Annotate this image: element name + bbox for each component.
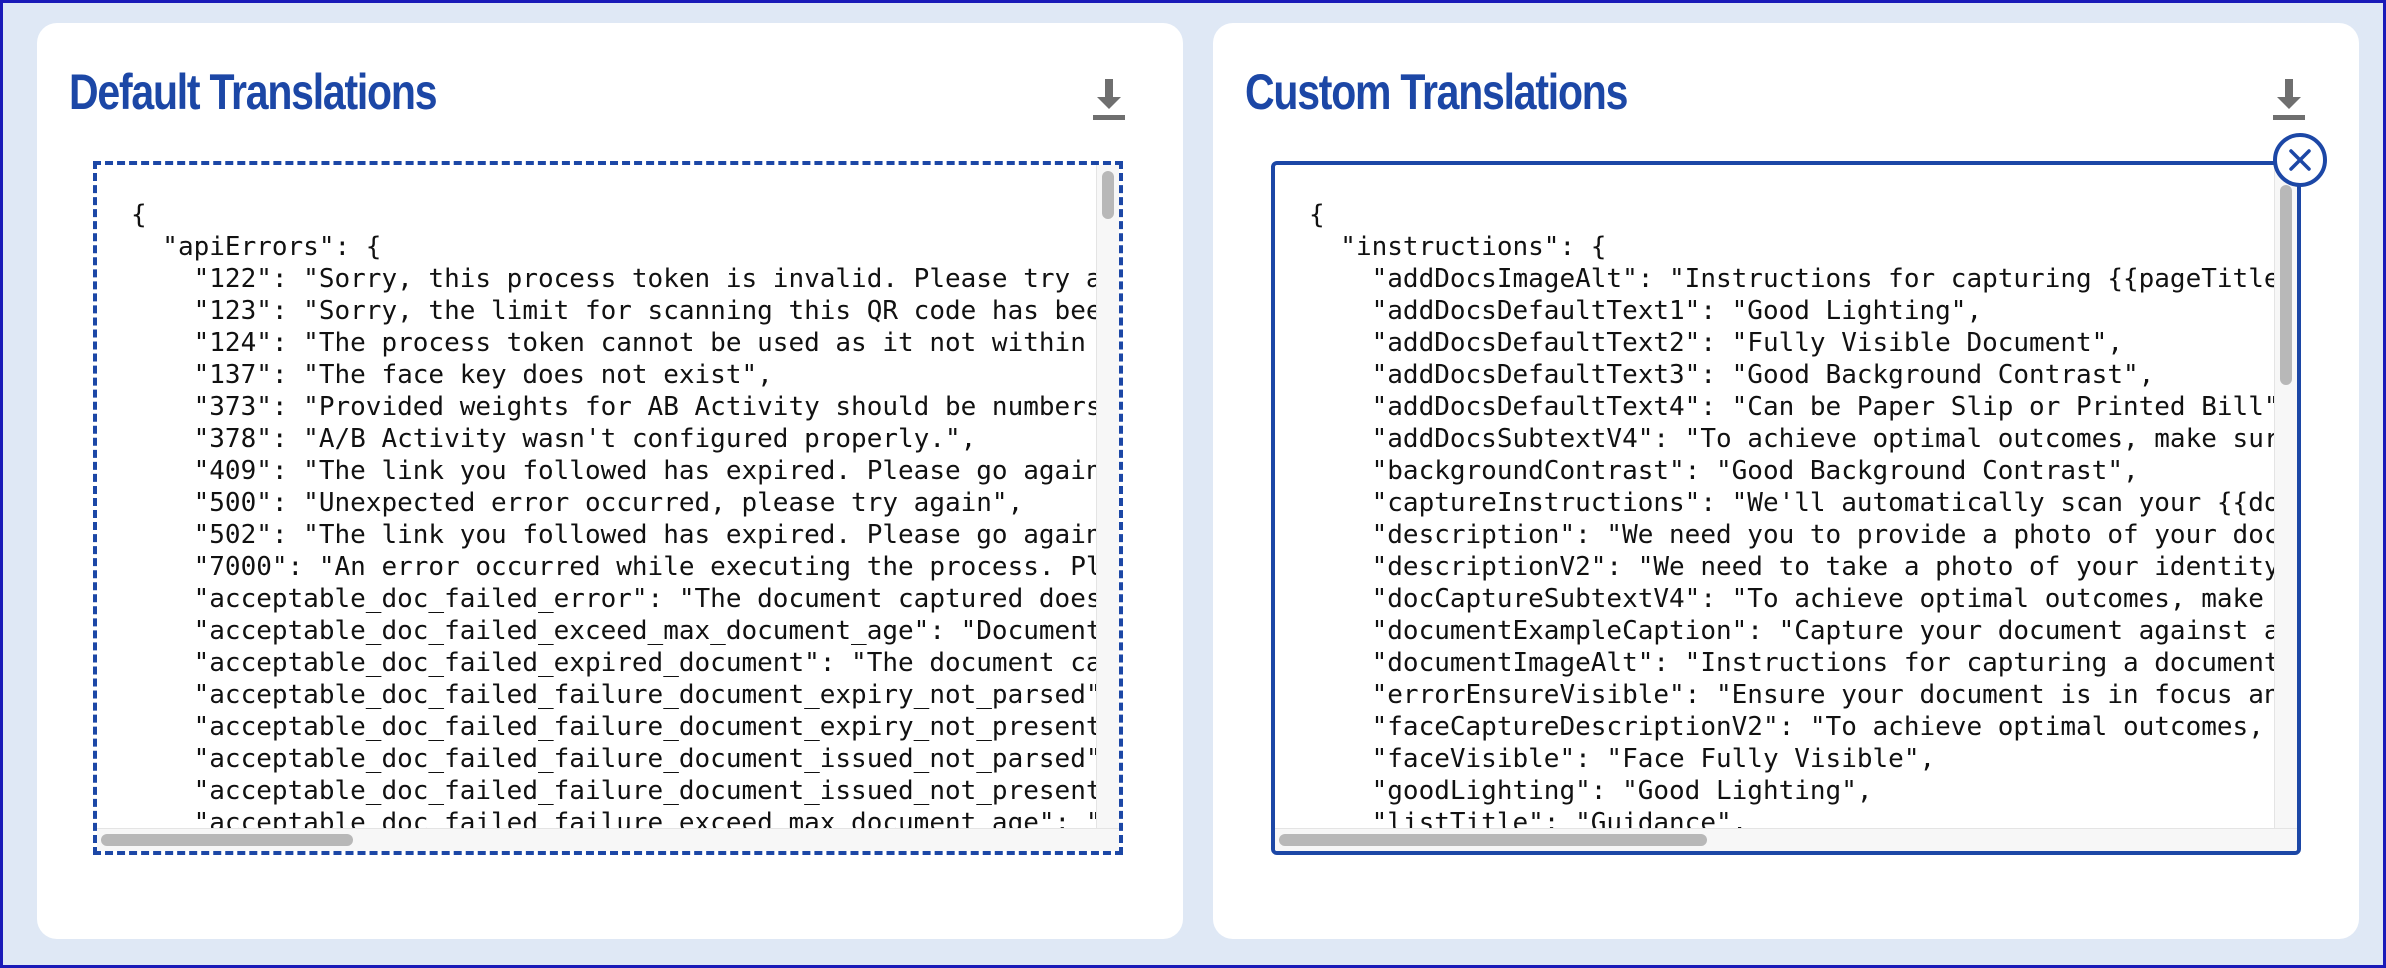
code-content: { "apiErrors": { "122": "Sorry, this pro… (97, 165, 1097, 829)
code-line: "errorEnsureVisible": "Ensure your docum… (1309, 680, 2275, 710)
code-line: "502": "The link you followed has expire… (131, 520, 1097, 550)
code-line: "addDocsDefaultText3": "Good Background … (1309, 360, 2155, 390)
horizontal-scrollbar-thumb[interactable] (1279, 834, 1707, 846)
code-line: "123": "Sorry, the limit for scanning th… (131, 296, 1097, 326)
code-line: "acceptable_doc_failed_failure_document_… (131, 776, 1097, 806)
code-line: "addDocsDefaultText2": "Fully Visible Do… (1309, 328, 2123, 358)
code-line: "addDocsSubtextV4": "To achieve optimal … (1309, 424, 2275, 454)
code-content: { "instructions": { "addDocsImageAlt": "… (1275, 165, 2275, 829)
code-line: "acceptable_doc_failed_failure_document_… (131, 744, 1097, 774)
code-line: "378": "A/B Activity wasn't configured p… (131, 424, 977, 454)
code-line: "documentImageAlt": "Instructions for ca… (1309, 648, 2275, 678)
code-line: "500": "Unexpected error occurred, pleas… (131, 488, 1024, 518)
panel-title: Default Translations (69, 64, 437, 120)
code-line: "373": "Provided weights for AB Activity… (131, 392, 1097, 422)
code-line: "addDocsDefaultText1": "Good Lighting", (1309, 296, 1983, 326)
code-line: "backgroundContrast": "Good Background C… (1309, 456, 2139, 486)
code-line: { (1309, 200, 1325, 230)
code-line: "137": "The face key does not exist", (131, 360, 773, 390)
custom-translations-panel: Custom Translations { "instructions": { … (1213, 23, 2359, 939)
download-icon[interactable] (2267, 75, 2311, 123)
code-line: "descriptionV2": "We need to take a phot… (1309, 552, 2275, 582)
code-line: "409": "The link you followed has expire… (131, 456, 1097, 486)
code-line: "122": "Sorry, this process token is inv… (131, 264, 1097, 294)
code-line: "addDocsDefaultText4": "Can be Paper Sli… (1309, 392, 2275, 422)
vertical-scrollbar-thumb[interactable] (2280, 185, 2292, 385)
code-line: "addDocsImageAlt": "Instructions for cap… (1309, 264, 2275, 294)
code-line: "acceptable_doc_failed_expired_document"… (131, 648, 1097, 678)
code-line: "faceCaptureDescriptionV2": "To achieve … (1309, 712, 2264, 742)
vertical-scrollbar-thumb[interactable] (1102, 171, 1114, 219)
close-icon[interactable] (2273, 133, 2327, 187)
code-line: "7000": "An error occurred while executi… (131, 552, 1097, 582)
code-line: "acceptable_doc_failed_failure_document_… (131, 712, 1097, 742)
default-translations-editor[interactable]: { "apiErrors": { "122": "Sorry, this pro… (93, 161, 1123, 855)
code-line: "124": "The process token cannot be used… (131, 328, 1086, 358)
code-line: { (131, 200, 147, 230)
default-translations-panel: Default Translations { "apiErrors": { "1… (37, 23, 1183, 939)
code-line: "docCaptureSubtextV4": "To achieve optim… (1309, 584, 2264, 614)
vertical-scrollbar[interactable] (2274, 165, 2297, 829)
code-line: "acceptable_doc_failed_failure_exceed_ma… (131, 808, 1097, 829)
horizontal-scrollbar-thumb[interactable] (101, 834, 353, 846)
code-line: "description": "We need you to provide a… (1309, 520, 2275, 550)
code-line: "faceVisible": "Face Fully Visible", (1309, 744, 1936, 774)
code-line: "acceptable_doc_failed_failure_document_… (131, 680, 1097, 710)
panel-title: Custom Translations (1245, 64, 1628, 120)
horizontal-scrollbar[interactable] (1275, 828, 2297, 851)
horizontal-scrollbar[interactable] (97, 828, 1119, 851)
vertical-scrollbar[interactable] (1096, 165, 1119, 829)
code-line: "documentExampleCaption": "Capture your … (1309, 616, 2275, 646)
code-line: "acceptable_doc_failed_error": "The docu… (131, 584, 1097, 614)
code-line: "listTitle": "Guidance", (1309, 808, 1748, 829)
download-icon[interactable] (1087, 75, 1131, 123)
code-line: "apiErrors": { (131, 232, 382, 262)
code-line: "captureInstructions": "We'll automatica… (1309, 488, 2275, 518)
code-line: "instructions": { (1309, 232, 1607, 262)
custom-translations-editor[interactable]: { "instructions": { "addDocsImageAlt": "… (1271, 161, 2301, 855)
code-line: "goodLighting": "Good Lighting", (1309, 776, 1873, 806)
code-line: "acceptable_doc_failed_exceed_max_docume… (131, 616, 1097, 646)
